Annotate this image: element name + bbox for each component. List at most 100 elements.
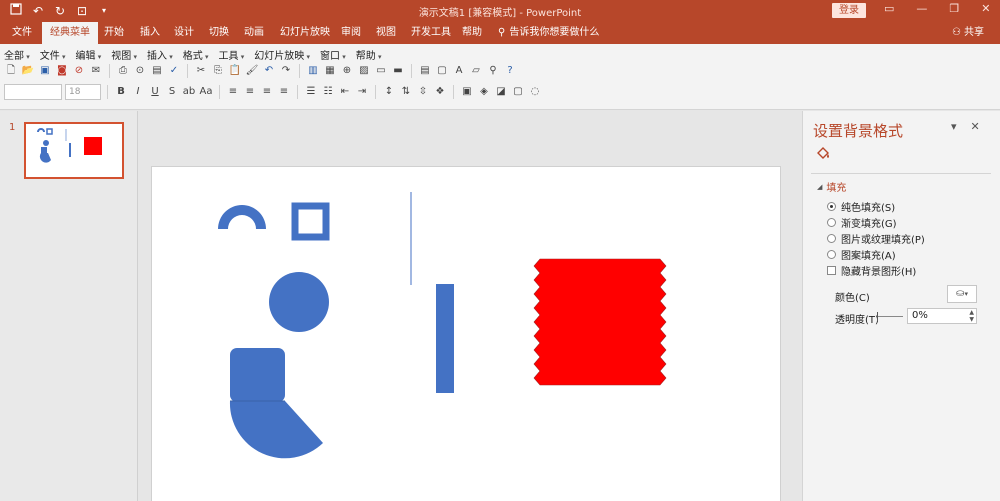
gradient-fill-option[interactable]: 渐变填充(G)	[827, 215, 897, 230]
open-icon[interactable]: 📂	[21, 64, 35, 78]
redo-icon[interactable]: ↷	[279, 64, 293, 78]
solid-fill-radio[interactable]	[827, 202, 836, 211]
format-painter-icon[interactable]: 🖌	[245, 64, 259, 78]
tab-transitions[interactable]: 切换	[201, 22, 237, 44]
tab-classic-menu[interactable]: 经典菜单	[42, 22, 98, 44]
menu-help[interactable]: 帮助	[356, 47, 382, 62]
tab-home[interactable]: 开始	[96, 22, 132, 44]
tab-insert[interactable]: 插入	[132, 22, 168, 44]
shadow-icon[interactable]: S	[165, 85, 179, 99]
picture-fill-option[interactable]: 图片或纹理填充(P)	[827, 231, 925, 246]
comment-icon[interactable]: ▱	[469, 64, 483, 78]
paste-icon[interactable]: 📋	[228, 64, 242, 78]
zoom-icon[interactable]: ⚲	[486, 64, 500, 78]
pattern-fill-option[interactable]: 图案填充(A)	[827, 247, 896, 262]
tell-me-search[interactable]: ⚲ 告诉我你想要做什么	[498, 22, 599, 44]
hide-background-graphics-checkbox[interactable]	[827, 266, 836, 275]
gradient-fill-radio[interactable]	[827, 218, 836, 227]
shape-outline-icon[interactable]: ▢	[511, 85, 525, 99]
slide-canvas[interactable]	[151, 166, 781, 501]
copy-icon[interactable]: ⎘	[211, 64, 225, 78]
login-button[interactable]: 登录	[832, 3, 866, 18]
align-right-icon[interactable]: ≡	[260, 85, 274, 99]
close-icon[interactable]: ✕	[981, 2, 990, 15]
font-color-icon[interactable]: A	[452, 64, 466, 78]
text-direction-icon[interactable]: ⇅	[399, 85, 413, 99]
strikethrough-icon[interactable]: ab	[182, 85, 196, 99]
underline-icon[interactable]: U	[148, 85, 162, 99]
save-as-icon[interactable]: ◙	[55, 64, 69, 78]
hyperlink-icon[interactable]: ⊕	[340, 64, 354, 78]
hide-background-graphics-option[interactable]: 隐藏背景图形(H)	[827, 263, 916, 278]
solid-fill-option[interactable]: 纯色填充(S)	[827, 199, 895, 214]
tab-animations[interactable]: 动画	[236, 22, 272, 44]
tab-developer[interactable]: 开发工具	[403, 22, 459, 44]
chart-icon[interactable]: ▥	[306, 64, 320, 78]
shape-fill-icon[interactable]: ◪	[494, 85, 508, 99]
bold-icon[interactable]: B	[114, 85, 128, 99]
fill-section-header[interactable]: ◢ 填充	[817, 179, 846, 195]
undo-icon[interactable]: ↶	[262, 64, 276, 78]
quick-styles-icon[interactable]: ◈	[477, 85, 491, 99]
menu-all[interactable]: 全部	[4, 47, 30, 62]
transparency-slider[interactable]	[877, 312, 903, 321]
slide-thumbnail[interactable]	[24, 122, 124, 179]
align-text-icon[interactable]: ⇳	[416, 85, 430, 99]
change-case-icon[interactable]: Aa	[199, 85, 213, 99]
permission-icon[interactable]: ⊘	[72, 64, 86, 78]
tab-view[interactable]: 视图	[368, 22, 404, 44]
textbox-icon[interactable]: ▭	[374, 64, 388, 78]
increase-indent-icon[interactable]: ⇥	[355, 85, 369, 99]
tab-slideshow[interactable]: 幻灯片放映	[272, 22, 338, 44]
mail-icon[interactable]: ✉	[89, 64, 103, 78]
picture-fill-radio[interactable]	[827, 234, 836, 243]
print-preview-icon[interactable]: ⊙	[133, 64, 147, 78]
picture-icon[interactable]: ▨	[357, 64, 371, 78]
close-icon[interactable]: ✕	[971, 120, 980, 133]
tab-file[interactable]: 文件	[4, 22, 40, 44]
spelling-icon[interactable]: ✓	[167, 64, 181, 78]
bullets-icon[interactable]: ☰	[304, 85, 318, 99]
tab-help[interactable]: 帮助	[454, 22, 490, 44]
restore-icon[interactable]: ❐	[949, 2, 959, 15]
help-icon[interactable]: ?	[503, 64, 517, 78]
minimize-icon[interactable]: —	[916, 2, 927, 15]
menu-slideshow[interactable]: 幻灯片放映	[254, 47, 310, 62]
font-size-input[interactable]: 18	[65, 84, 101, 100]
tab-review[interactable]: 审阅	[333, 22, 369, 44]
italic-icon[interactable]: I	[131, 85, 145, 99]
menu-file[interactable]: 文件	[40, 47, 66, 62]
arrange-icon[interactable]: ▣	[460, 85, 474, 99]
line-spacing-icon[interactable]: ↕	[382, 85, 396, 99]
print-icon[interactable]: ⎙	[116, 64, 130, 78]
menu-tools[interactable]: 工具	[219, 47, 245, 62]
align-left-icon[interactable]: ≡	[226, 85, 240, 99]
font-name-input[interactable]	[4, 84, 62, 100]
menu-insert[interactable]: 插入	[147, 47, 173, 62]
pane-options-icon[interactable]: ▾	[951, 120, 957, 133]
new-slide-icon[interactable]: ▢	[435, 64, 449, 78]
layout-icon[interactable]: ▤	[150, 64, 164, 78]
ribbon-display-icon[interactable]: ▭	[884, 2, 894, 15]
justify-icon[interactable]: ≡	[277, 85, 291, 99]
menu-edit[interactable]: 编辑	[76, 47, 102, 62]
spinner-arrows-icon[interactable]: ▲ ▼	[969, 309, 974, 323]
share-button[interactable]: ⚇ 共享	[952, 22, 984, 44]
table-icon[interactable]: ▦	[323, 64, 337, 78]
menu-view[interactable]: 视图	[111, 47, 137, 62]
numbering-icon[interactable]: ☷	[321, 85, 335, 99]
cut-icon[interactable]: ✂	[194, 64, 208, 78]
fill-bucket-icon[interactable]	[815, 145, 831, 161]
color-picker-button[interactable]: ⛀▾	[947, 285, 977, 303]
menu-format[interactable]: 格式	[183, 47, 209, 62]
align-center-icon[interactable]: ≡	[243, 85, 257, 99]
save-icon[interactable]: ▣	[38, 64, 52, 78]
new-icon[interactable]: 🗋	[4, 64, 18, 78]
slide-layout-icon[interactable]: ▤	[418, 64, 432, 78]
decrease-indent-icon[interactable]: ⇤	[338, 85, 352, 99]
shape-effects-icon[interactable]: ◌	[528, 85, 542, 99]
convert-smartart-icon[interactable]: ❖	[433, 85, 447, 99]
tab-design[interactable]: 设计	[166, 22, 202, 44]
transparency-input[interactable]: 0% ▲ ▼	[907, 308, 977, 324]
shapes-icon[interactable]: ▬	[391, 64, 405, 78]
